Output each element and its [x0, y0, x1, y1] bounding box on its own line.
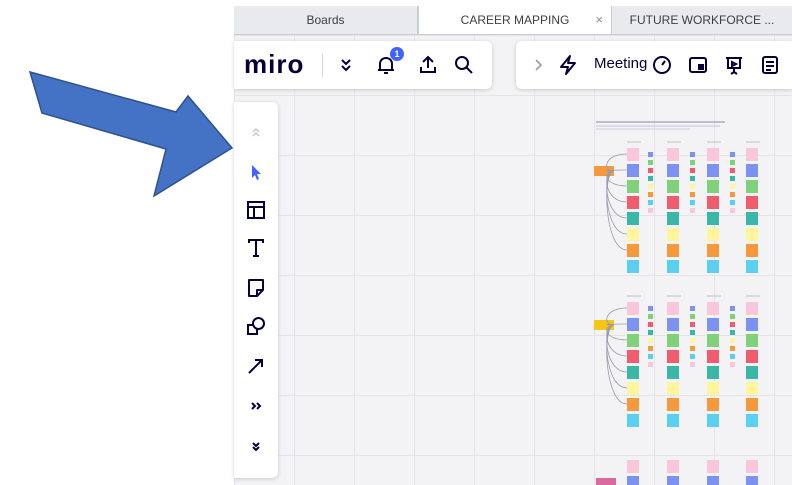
chevron-down-double-icon[interactable] — [244, 434, 268, 458]
callout-arrow — [28, 70, 234, 198]
meeting-button[interactable]: Meeting — [594, 55, 647, 72]
text-icon[interactable] — [244, 236, 268, 260]
voting-icon[interactable] — [686, 53, 710, 77]
more-tools-icon[interactable] — [244, 394, 268, 418]
arrow-line-icon[interactable] — [244, 354, 268, 378]
chevron-up-double-icon[interactable] — [244, 120, 268, 144]
tab-boards[interactable]: Boards — [234, 6, 418, 34]
tab-strip: Boards CAREER MAPPING × FUTURE WORKFORCE… — [234, 6, 792, 35]
close-tab-icon[interactable]: × — [595, 6, 603, 34]
select-cursor-icon[interactable] — [244, 160, 268, 184]
miro-logo[interactable]: miro — [244, 49, 304, 80]
timer-icon[interactable] — [650, 53, 674, 77]
lightning-icon[interactable] — [556, 53, 580, 77]
tab-label: CAREER MAPPING — [460, 13, 570, 27]
sticky-note-icon[interactable] — [244, 276, 268, 300]
notification-badge: 1 — [390, 47, 404, 61]
creation-toolbar — [234, 102, 278, 478]
divider — [322, 53, 323, 77]
shapes-icon[interactable] — [244, 314, 268, 338]
chevron-down-double-icon[interactable] — [334, 53, 358, 77]
chevron-right-icon[interactable] — [526, 53, 550, 77]
collaboration-bar: Meeting — [516, 41, 792, 89]
present-icon[interactable] — [722, 53, 746, 77]
main-menu-bar: miro 1 — [234, 41, 492, 89]
tab-career-mapping[interactable]: CAREER MAPPING × — [418, 6, 612, 34]
board-canvas[interactable] — [234, 35, 792, 485]
template-icon[interactable] — [244, 198, 268, 222]
notes-icon[interactable] — [758, 53, 782, 77]
tab-future-workforce[interactable]: FUTURE WORKFORCE ... — [612, 6, 792, 34]
search-icon[interactable] — [452, 53, 476, 77]
upload-icon[interactable] — [416, 53, 440, 77]
